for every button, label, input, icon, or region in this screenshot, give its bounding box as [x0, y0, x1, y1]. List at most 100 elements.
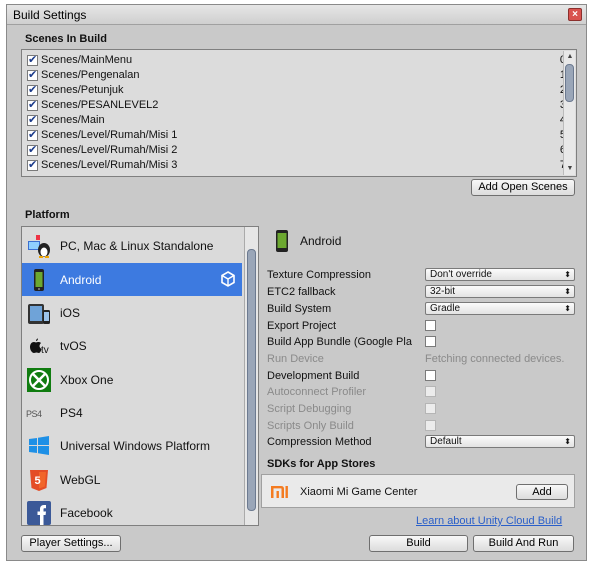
build-app-bundle-checkbox[interactable] [425, 336, 436, 347]
scene-name: Scenes/MainMenu [41, 54, 133, 66]
platform-label: Xbox One [60, 373, 114, 387]
scenes-in-build-heading: Scenes In Build [25, 33, 107, 45]
platform-item-android[interactable]: Android [22, 263, 242, 296]
platform-label: iOS [60, 306, 81, 320]
run-device-status: Fetching connected devices. [425, 353, 565, 365]
scene-checkbox[interactable] [27, 68, 38, 81]
texture-compression-dropdown[interactable]: Don't override ⬍ [425, 268, 575, 281]
platform-label: PC, Mac & Linux Standalone [60, 239, 214, 253]
scene-checkbox[interactable] [27, 98, 38, 111]
add-sdk-button[interactable]: Add [516, 484, 568, 500]
title-bar: Build Settings × [7, 5, 586, 25]
add-open-scenes-button[interactable]: Add Open Scenes [471, 179, 575, 196]
platform-item-facebook[interactable]: Facebook [22, 496, 242, 525]
build-system-label: Build System [267, 303, 332, 315]
xbox-icon [27, 368, 51, 392]
scene-name: Scenes/Main [41, 114, 105, 126]
unity-cloud-build-link[interactable]: Learn about Unity Cloud Build [416, 515, 562, 527]
android-icon [276, 230, 288, 252]
scene-name: Scenes/Level/Rumah/Misi 2 [41, 144, 178, 156]
scroll-down-icon[interactable]: ▼ [564, 163, 576, 175]
platform-item-tvos[interactable]: tv tvOS [22, 329, 242, 362]
sdk-name: Xiaomi Mi Game Center [300, 486, 418, 498]
export-project-label: Export Project [267, 320, 337, 332]
platform-heading: Platform [25, 209, 70, 221]
svg-text:PS4: PS4 [26, 409, 42, 419]
dropdown-caret-icon: ⬍ [564, 270, 571, 279]
sdk-item: Xiaomi Mi Game Center Add [261, 474, 575, 508]
window-title: Build Settings [13, 8, 87, 22]
autoconnect-profiler-checkbox [425, 386, 436, 397]
build-button[interactable]: Build [369, 535, 468, 552]
player-settings-button[interactable]: Player Settings... [21, 535, 121, 552]
platform-label: tvOS [60, 339, 87, 353]
platform-item-standalone[interactable]: PC, Mac & Linux Standalone [22, 229, 242, 262]
scene-row[interactable]: Scenes/Main 4 [26, 113, 566, 128]
scroll-thumb[interactable] [565, 64, 574, 102]
compression-method-dropdown[interactable]: Default ⬍ [425, 435, 575, 448]
ios-icon [28, 304, 50, 324]
etc2-fallback-dropdown[interactable]: 32-bit ⬍ [425, 285, 575, 298]
platform-label: WebGL [60, 473, 101, 487]
svg-text:tv: tv [41, 345, 49, 356]
script-debugging-label: Script Debugging [267, 403, 352, 415]
scenes-scrollbar[interactable]: ▲ ▼ [563, 51, 575, 175]
platform-scrollbar[interactable] [244, 227, 258, 525]
scroll-thumb[interactable] [247, 249, 256, 511]
dropdown-caret-icon: ⬍ [564, 287, 571, 296]
development-build-checkbox[interactable] [425, 370, 436, 381]
scene-row[interactable]: Scenes/Level/Rumah/Misi 2 6 [26, 143, 566, 158]
scene-checkbox[interactable] [27, 113, 38, 126]
development-build-label: Development Build [267, 370, 360, 382]
scene-name: Scenes/Pengenalan [41, 69, 140, 81]
scene-row[interactable]: Scenes/Petunjuk 2 [26, 83, 566, 98]
scene-name: Scenes/Level/Rumah/Misi 3 [41, 159, 178, 171]
platform-label: PS4 [60, 406, 83, 420]
scene-checkbox[interactable] [27, 158, 38, 171]
scene-row[interactable]: Scenes/PESANLEVEL2 3 [26, 98, 566, 113]
scene-name: Scenes/Level/Rumah/Misi 1 [41, 129, 178, 141]
close-icon[interactable]: × [568, 8, 582, 21]
dropdown-value: 32-bit [430, 286, 456, 297]
platform-label: Universal Windows Platform [60, 439, 211, 453]
scene-checkbox[interactable] [27, 83, 38, 96]
scenes-list: Scenes/MainMenu 0 Scenes/Pengenalan 1 Sc… [21, 49, 577, 177]
scene-row[interactable]: Scenes/Level/Rumah/Misi 3 7 [26, 158, 566, 173]
run-device-label: Run Device [267, 353, 324, 365]
tvos-icon: tv [30, 338, 49, 356]
sdks-heading: SDKs for App Stores [267, 458, 376, 470]
selected-platform-title: Android [300, 234, 342, 248]
scene-row[interactable]: Scenes/MainMenu 0 [26, 53, 566, 68]
platform-label: Android [60, 273, 102, 287]
scroll-up-icon[interactable]: ▲ [564, 51, 576, 63]
scene-row[interactable]: Scenes/Pengenalan 1 [26, 68, 566, 83]
platform-list: PC, Mac & Linux Standalone Android iOS t… [21, 226, 259, 526]
platform-item-xbox[interactable]: Xbox One [22, 363, 242, 396]
dropdown-caret-icon: ⬍ [564, 304, 571, 313]
export-project-checkbox[interactable] [425, 320, 436, 331]
platform-item-uwp[interactable]: Universal Windows Platform [22, 429, 242, 462]
platform-item-ps4[interactable]: PS4 PS4 [22, 396, 242, 429]
scene-row[interactable]: Scenes/Level/Rumah/Misi 1 5 [26, 128, 566, 143]
windows-icon [29, 436, 49, 455]
platform-item-webgl[interactable]: 5 WebGL [22, 463, 242, 496]
unity-active-icon [221, 271, 235, 287]
etc2-fallback-label: ETC2 fallback [267, 286, 336, 298]
svg-text:5: 5 [35, 475, 41, 487]
build-app-bundle-label: Build App Bundle (Google Pla [267, 336, 412, 348]
platform-item-ios[interactable]: iOS [22, 296, 242, 329]
scene-name: Scenes/Petunjuk [41, 84, 124, 96]
facebook-icon [27, 501, 51, 525]
xiaomi-mi-icon [271, 486, 288, 498]
build-system-dropdown[interactable]: Gradle ⬍ [425, 302, 575, 315]
build-and-run-button[interactable]: Build And Run [473, 535, 574, 552]
compression-method-label: Compression Method [267, 436, 372, 448]
dropdown-value: Don't override [430, 269, 492, 280]
html5-icon: 5 [30, 470, 48, 491]
scene-checkbox[interactable] [27, 53, 38, 66]
scene-checkbox[interactable] [27, 128, 38, 141]
scripts-only-build-label: Scripts Only Build [267, 420, 354, 432]
scene-checkbox[interactable] [27, 143, 38, 156]
pc-mac-linux-icon [28, 235, 50, 258]
scene-name: Scenes/PESANLEVEL2 [41, 99, 159, 111]
